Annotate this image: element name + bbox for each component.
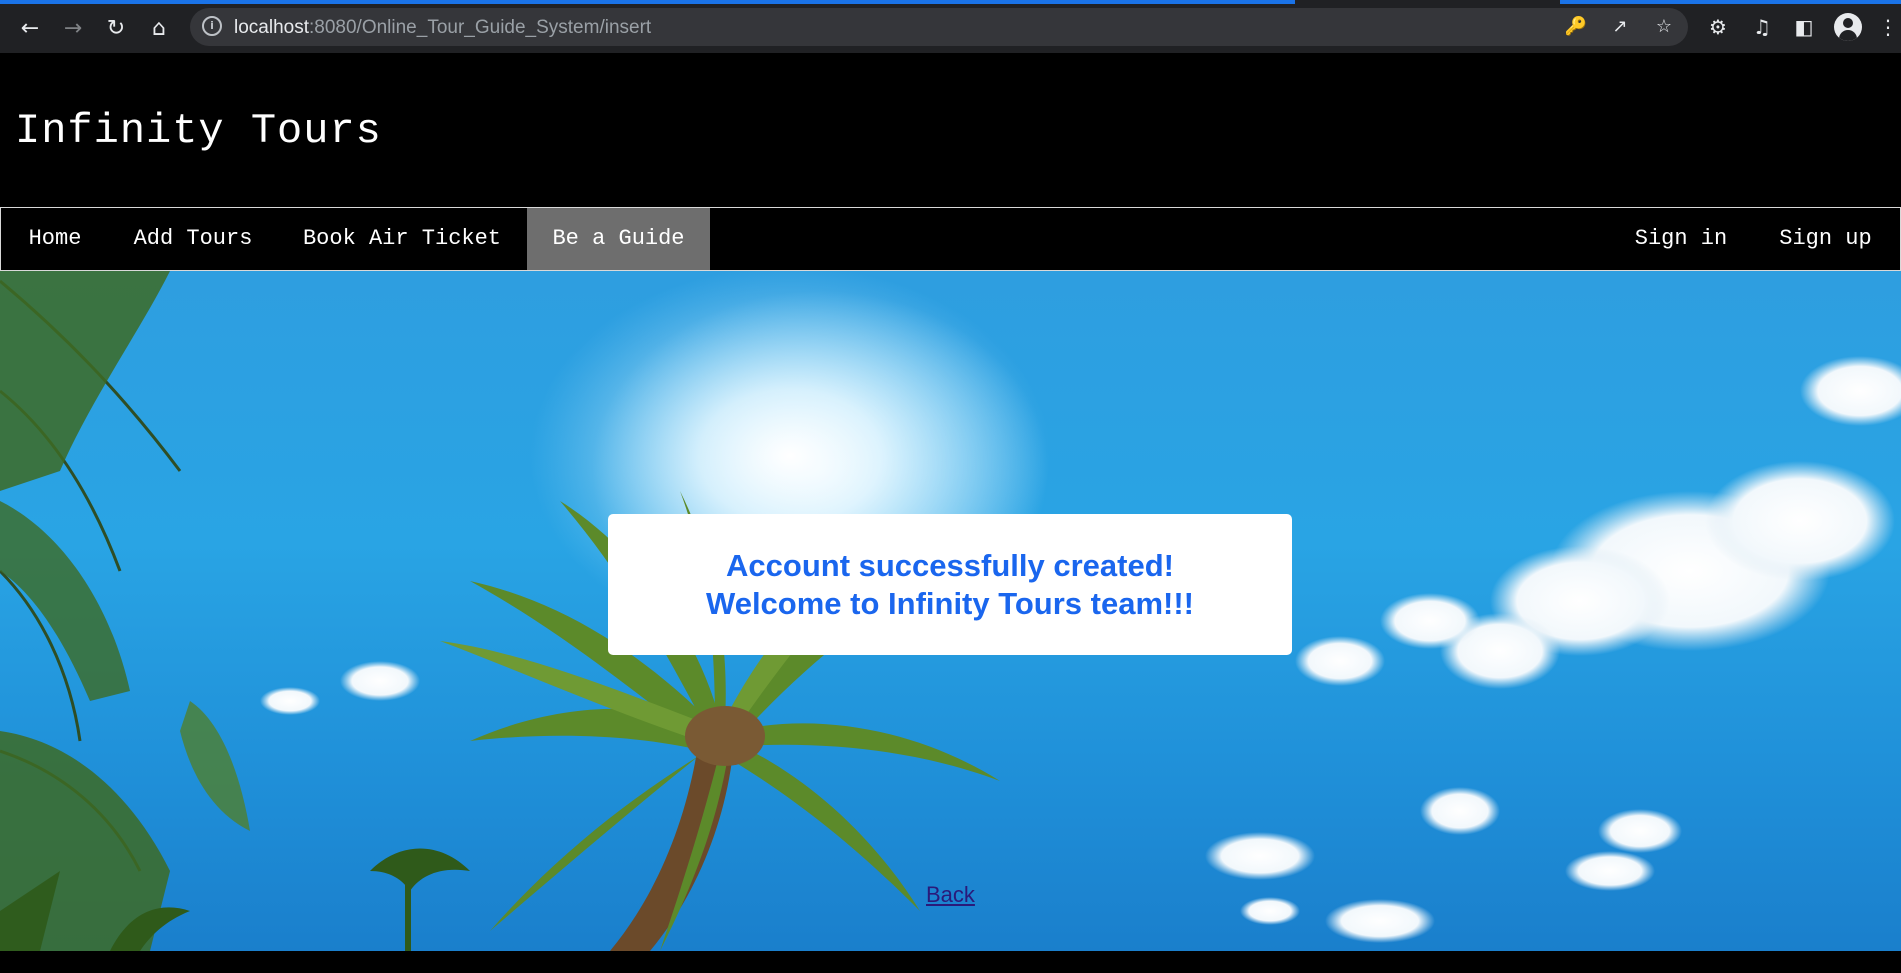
star-icon[interactable]: ☆ — [1652, 15, 1676, 39]
key-icon[interactable]: 🔑 — [1564, 15, 1588, 39]
home-icon: ⌂ — [152, 15, 166, 41]
success-message-line-2: Welcome to Infinity Tours team!!! — [706, 585, 1194, 621]
loading-progress-bar-right — [1560, 0, 1901, 4]
back-button[interactable]: ← — [12, 10, 48, 46]
browser-toolbar: ← → ↻ ⌂ i localhost:8080/Online_Tour_Gui… — [0, 0, 1901, 53]
page-bottom-strip — [0, 951, 1901, 973]
address-bar[interactable]: i localhost:8080/Online_Tour_Guide_Syste… — [190, 8, 1688, 46]
reload-button[interactable]: ↻ — [98, 10, 134, 46]
nav-book-air-ticket[interactable]: Book Air Ticket — [277, 208, 527, 270]
url-host: localhost — [234, 17, 309, 38]
navbar: Home Add Tours Book Air Ticket Be a Guid… — [0, 207, 1901, 271]
success-message-line-1: Account successfully created! — [726, 547, 1174, 583]
url-text[interactable]: localhost:8080/Online_Tour_Guide_System/… — [234, 17, 651, 39]
playlist-icon[interactable]: ♫ — [1748, 13, 1776, 41]
url-path: :8080/Online_Tour_Guide_System/insert — [309, 17, 652, 38]
nav-add-tours[interactable]: Add Tours — [109, 208, 277, 270]
success-message-box: Account successfully created! Welcome to… — [608, 514, 1292, 655]
loading-progress-bar — [0, 0, 1295, 4]
nav-sign-up[interactable]: Sign up — [1751, 208, 1900, 270]
profile-avatar-icon[interactable] — [1834, 13, 1862, 41]
arrow-left-icon: ← — [20, 15, 40, 41]
kebab-menu-icon[interactable]: ⋮ — [1874, 13, 1901, 41]
nav-be-a-guide[interactable]: Be a Guide — [527, 208, 710, 270]
home-button[interactable]: ⌂ — [141, 10, 177, 46]
forward-button[interactable]: → — [55, 10, 91, 46]
nav-sign-in[interactable]: Sign in — [1611, 208, 1751, 270]
puzzle-icon[interactable]: ⚙ — [1704, 13, 1732, 41]
nav-home[interactable]: Home — [1, 208, 109, 270]
info-icon[interactable]: i — [202, 16, 222, 36]
side-panel-icon[interactable]: ◧ — [1790, 13, 1818, 41]
reload-icon: ↻ — [106, 15, 126, 41]
site-title: Infinity Tours — [15, 107, 382, 155]
back-link[interactable]: Back — [926, 882, 975, 908]
share-icon[interactable]: ↗ — [1608, 15, 1632, 39]
arrow-right-icon: → — [63, 15, 83, 41]
